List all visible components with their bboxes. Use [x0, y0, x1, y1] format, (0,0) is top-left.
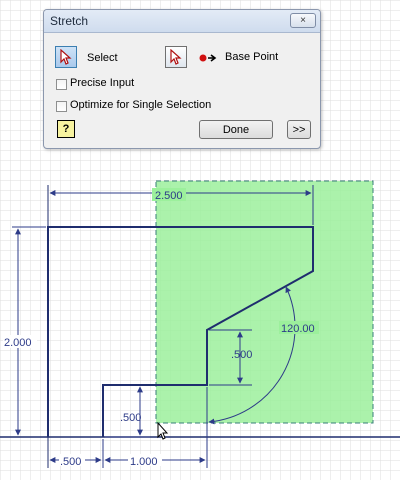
- base-point-label: Base Point: [225, 51, 279, 63]
- dim-left-height[interactable]: 2.000: [4, 337, 32, 349]
- dialog-title: Stretch: [50, 14, 89, 28]
- optimize-checkbox[interactable]: [56, 101, 67, 112]
- dim-step-height[interactable]: .500: [120, 412, 141, 424]
- base-point-select-icon: [170, 49, 182, 65]
- help-label: ?: [62, 123, 70, 135]
- dim-bottom-right[interactable]: 1.000: [130, 456, 158, 468]
- dim-inner-height[interactable]: .500: [231, 349, 252, 361]
- expand-button[interactable]: >>: [287, 120, 311, 139]
- done-button[interactable]: Done: [199, 120, 273, 139]
- stretch-dialog: Stretch × Select Base Point Precise Inpu…: [43, 9, 321, 149]
- precise-input-checkbox[interactable]: [56, 79, 67, 90]
- close-icon: ×: [300, 15, 306, 26]
- dim-bottom-left[interactable]: .500: [60, 456, 81, 468]
- optimize-label: Optimize for Single Selection: [70, 99, 212, 111]
- expand-label: >>: [292, 123, 306, 136]
- select-button[interactable]: [55, 46, 77, 68]
- close-button[interactable]: ×: [290, 13, 316, 28]
- help-icon[interactable]: ?: [57, 120, 75, 138]
- done-label: Done: [222, 123, 250, 136]
- selection-window: [155, 180, 374, 424]
- base-point-button[interactable]: [165, 46, 187, 68]
- base-point-icon: [199, 54, 217, 62]
- dim-top-width[interactable]: 2.500: [155, 190, 183, 202]
- dialog-titlebar[interactable]: Stretch ×: [44, 10, 320, 33]
- precise-input-label: Precise Input: [70, 77, 135, 89]
- dim-angle[interactable]: 120.00: [281, 323, 315, 335]
- select-arrow-icon: [60, 49, 72, 65]
- select-label: Select: [87, 52, 118, 64]
